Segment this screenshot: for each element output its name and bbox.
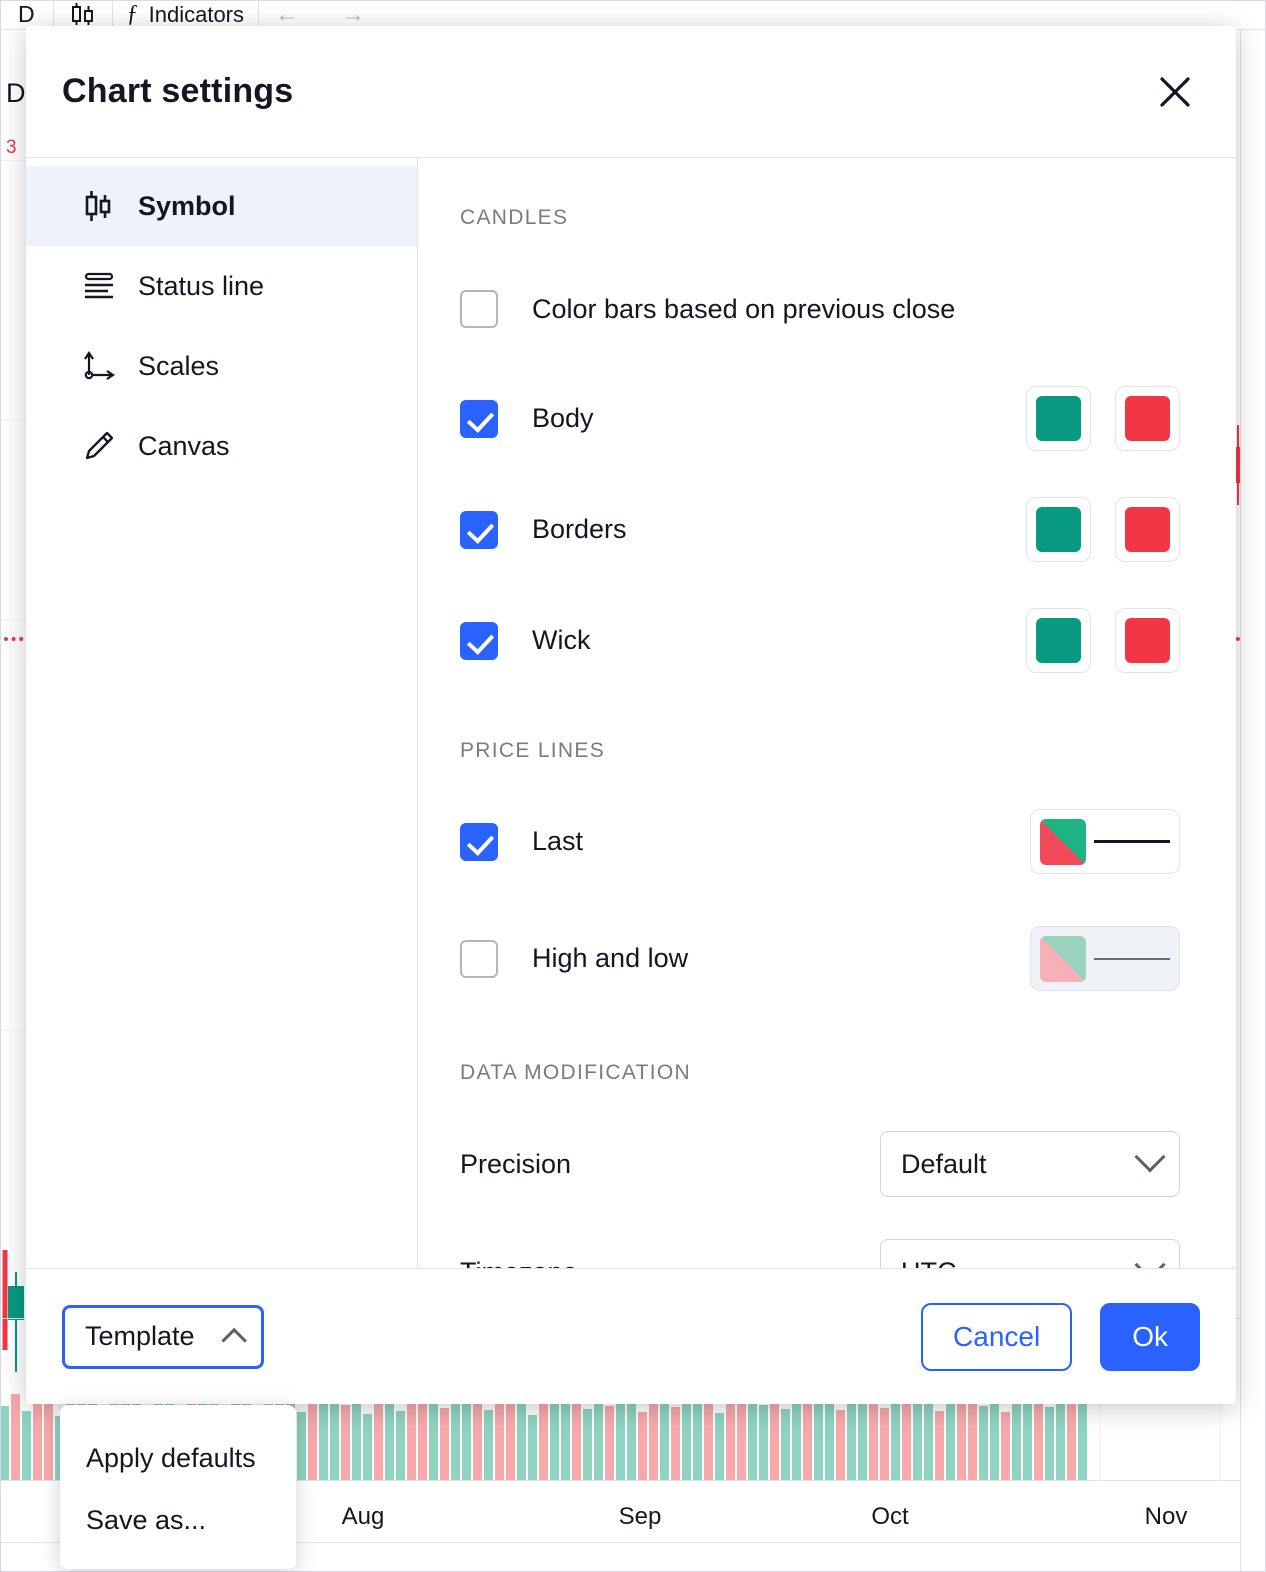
row-borders: Borders (460, 497, 1180, 562)
sidebar-item-symbol[interactable]: Symbol (26, 166, 417, 246)
template-dropdown-menu: Apply defaults Save as... (60, 1405, 296, 1569)
swatch-fill (1125, 507, 1170, 552)
template-button[interactable]: Template (62, 1305, 264, 1369)
row-precision: Precision Default (460, 1131, 1180, 1197)
line-style-high-low[interactable] (1030, 926, 1180, 991)
color-swatch-wick-down[interactable] (1115, 608, 1180, 673)
label-borders: Borders (532, 514, 627, 545)
row-wick: Wick (460, 608, 1180, 673)
row-color-bars: Color bars based on previous close (460, 278, 1180, 340)
swatch-fill (1036, 507, 1081, 552)
dialog-header: Chart settings (26, 26, 1236, 158)
swatch-fill (1036, 396, 1081, 441)
cancel-button[interactable]: Cancel (921, 1303, 1072, 1371)
dialog-content: CANDLES Color bars based on previous clo… (418, 158, 1236, 1268)
sidebar-item-canvas[interactable]: Canvas (26, 406, 417, 486)
label-precision: Precision (460, 1149, 571, 1180)
pencil-icon (82, 429, 116, 463)
select-precision[interactable]: Default (880, 1131, 1180, 1197)
label-wick: Wick (532, 625, 590, 656)
row-timezone: Timezone UTC (460, 1239, 1180, 1268)
chevron-down-icon (1134, 1141, 1165, 1172)
lines-icon (82, 269, 116, 303)
line-preview (1094, 958, 1170, 960)
close-button[interactable] (1148, 65, 1202, 119)
color-swatch-borders-down[interactable] (1115, 497, 1180, 562)
checkbox-borders[interactable] (460, 511, 498, 549)
row-high-low: High and low (460, 926, 1180, 991)
menu-item-apply-defaults[interactable]: Apply defaults (60, 1427, 296, 1489)
line-style-last[interactable] (1030, 809, 1180, 874)
section-heading-price-lines: PRICE LINES (460, 739, 1180, 763)
cancel-button-label: Cancel (953, 1321, 1040, 1353)
menu-item-save-as[interactable]: Save as... (60, 1489, 296, 1551)
dialog-body: Symbol Status line (26, 158, 1236, 1268)
swatch-fill (1125, 396, 1170, 441)
swatch-fill (1125, 618, 1170, 663)
color-swatch-borders-up[interactable] (1026, 497, 1091, 562)
checkbox-high-and-low[interactable] (460, 940, 498, 978)
label-body: Body (532, 403, 594, 434)
label-timezone: Timezone (460, 1257, 578, 1269)
page-title: Chart settings (62, 72, 293, 111)
menu-item-label: Apply defaults (86, 1443, 256, 1474)
ok-button[interactable]: Ok (1100, 1303, 1200, 1371)
sidebar-item-label: Scales (138, 351, 219, 382)
sidebar-item-label: Symbol (138, 191, 236, 222)
checkbox-last[interactable] (460, 823, 498, 861)
chevron-up-icon (221, 1327, 246, 1352)
swatch-fill (1036, 618, 1081, 663)
candles-icon (82, 189, 116, 223)
select-timezone-value: UTC (901, 1257, 1139, 1269)
chevron-down-icon (1134, 1249, 1165, 1268)
label-last: Last (532, 826, 583, 857)
checkbox-wick[interactable] (460, 622, 498, 660)
chart-settings-dialog: Chart settings (26, 26, 1236, 1404)
template-button-label: Template (85, 1321, 195, 1352)
dialog-footer: Template Cancel Ok (26, 1268, 1236, 1404)
select-timezone[interactable]: UTC (880, 1239, 1180, 1268)
color-swatch-body-down[interactable] (1115, 386, 1180, 451)
line-preview (1094, 840, 1170, 843)
row-body: Body (460, 386, 1180, 451)
checkbox-color-bars[interactable] (460, 290, 498, 328)
dialog-sidebar: Symbol Status line (26, 158, 418, 1268)
row-last: Last (460, 809, 1180, 874)
select-precision-value: Default (901, 1149, 1139, 1180)
close-x-icon (1158, 75, 1192, 109)
ok-button-label: Ok (1132, 1321, 1168, 1353)
menu-item-label: Save as... (86, 1505, 206, 1536)
section-heading-data-modification: DATA MODIFICATION (460, 1061, 1180, 1085)
section-heading-candles: CANDLES (460, 206, 1180, 230)
sidebar-item-label: Canvas (138, 431, 230, 462)
color-swatch-wick-up[interactable] (1026, 608, 1091, 673)
axes-icon (82, 349, 116, 383)
sidebar-item-status-line[interactable]: Status line (26, 246, 417, 326)
swatch-bicolor (1040, 936, 1086, 982)
sidebar-item-label: Status line (138, 271, 264, 302)
checkbox-body[interactable] (460, 400, 498, 438)
label-color-bars: Color bars based on previous close (532, 294, 955, 325)
color-swatch-body-up[interactable] (1026, 386, 1091, 451)
sidebar-item-scales[interactable]: Scales (26, 326, 417, 406)
label-high-and-low: High and low (532, 943, 688, 974)
swatch-bicolor (1040, 819, 1086, 865)
